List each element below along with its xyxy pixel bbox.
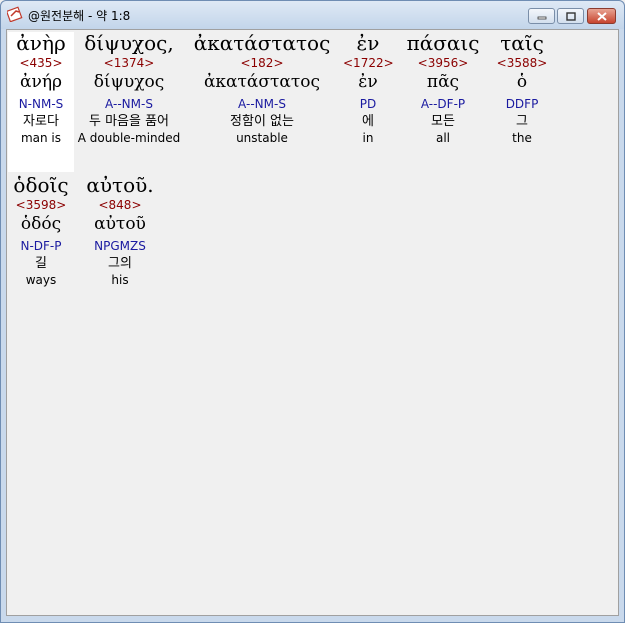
word-5[interactable]: ταῖς <3588> ὁ DDFP 그 the: [491, 32, 553, 145]
minimize-icon: [537, 16, 546, 20]
word-0[interactable]: ἀνὴρ <435> ἀνήρ N-NM-S 자로다 man is: [8, 32, 74, 172]
lemma: ἀνήρ: [20, 72, 62, 92]
title-bar[interactable]: @원전분해 - 약 1:8: [1, 1, 624, 29]
greek-word: ἐν: [356, 31, 380, 55]
lemma: ὁδός: [20, 214, 62, 234]
english-gloss: in: [362, 131, 374, 145]
english-gloss: his: [111, 273, 129, 287]
parsing-code: DDFP: [505, 97, 539, 111]
greek-word: ἀνὴρ: [16, 31, 66, 55]
parsing-code: A--NM-S: [238, 97, 286, 111]
korean-gloss: 그의: [108, 256, 132, 271]
greek-word: πάσαις: [406, 31, 480, 55]
greek-word: ταῖς: [500, 31, 544, 55]
english-gloss: unstable: [236, 131, 288, 145]
maximize-icon: [565, 11, 576, 21]
word-1[interactable]: δίψυχος, <1374> δίψυχος A--NM-S 두 마음을 품어…: [77, 32, 181, 145]
english-gloss: man is: [20, 131, 62, 145]
app-window: @원전분해 - 약 1:8 ἀνὴρ <435> ἀνήρ N-NM-S 자로다…: [0, 0, 625, 623]
strong-number[interactable]: <3956>: [400, 56, 486, 72]
strong-number[interactable]: <435>: [8, 56, 74, 72]
app-icon: [7, 6, 23, 22]
lemma: ἀκατάστατος: [203, 72, 321, 92]
korean-gloss: 그: [516, 114, 528, 129]
word-6[interactable]: ὁδοῖς <3598> ὁδός N-DF-P 길 ways: [8, 174, 74, 287]
word-4[interactable]: πάσαις <3956> πᾶς A--DF-P 모든 all: [400, 32, 486, 145]
lemma: ἐν: [358, 72, 378, 92]
english-gloss: ways: [25, 273, 57, 287]
korean-gloss: 길: [35, 256, 47, 271]
word-2[interactable]: ἀκατάστατος <182> ἀκατάστατος A--NM-S 정함…: [187, 32, 337, 145]
english-gloss: A double-minded: [77, 131, 181, 145]
korean-gloss: 모든: [431, 114, 455, 129]
window-title: @원전분해 - 약 1:8: [28, 9, 131, 23]
parsing-code: N-DF-P: [20, 239, 62, 253]
strong-number[interactable]: <848>: [81, 198, 159, 214]
korean-gloss: 자로다: [23, 114, 59, 129]
english-gloss: all: [435, 131, 451, 145]
word-3[interactable]: ἐν <1722> ἐν PD 에 in: [343, 31, 394, 145]
strong-number[interactable]: <3588>: [491, 56, 553, 72]
parsing-code: A--DF-P: [420, 97, 466, 111]
lemma: πᾶς: [426, 72, 460, 92]
greek-word: δίψυχος,: [84, 31, 174, 55]
korean-gloss: 정함이 없는: [230, 114, 294, 129]
strong-number[interactable]: <182>: [187, 56, 337, 72]
minimize-button[interactable]: [528, 8, 555, 24]
close-icon: [596, 11, 607, 21]
greek-word: ἀκατάστατος: [193, 31, 331, 55]
strong-number[interactable]: <1722>: [343, 56, 394, 72]
korean-gloss: 에: [362, 114, 374, 129]
parsing-code: PD: [359, 97, 377, 111]
strong-number[interactable]: <1374>: [77, 56, 181, 72]
parsing-code: N-NM-S: [18, 97, 64, 111]
close-button[interactable]: [587, 8, 616, 24]
parsing-code: A--NM-S: [105, 97, 153, 111]
greek-word: ὁδοῖς: [13, 173, 69, 197]
lemma: δίψυχος: [93, 72, 165, 92]
maximize-button[interactable]: [557, 8, 584, 24]
strong-number[interactable]: <3598>: [8, 198, 74, 214]
word-7[interactable]: αὐτοῦ. <848> αὐτοῦ NPGMZS 그의 his: [81, 174, 159, 287]
lemma: ὁ: [516, 72, 528, 92]
greek-word: αὐτοῦ.: [86, 173, 154, 197]
parsing-code: NPGMZS: [94, 239, 146, 253]
korean-gloss: 두 마음을 품어: [88, 114, 170, 129]
interlinear-pane[interactable]: ἀνὴρ <435> ἀνήρ N-NM-S 자로다 man is δίψυχο…: [6, 29, 619, 616]
lemma: αὐτοῦ: [94, 214, 146, 234]
english-gloss: the: [512, 131, 532, 145]
